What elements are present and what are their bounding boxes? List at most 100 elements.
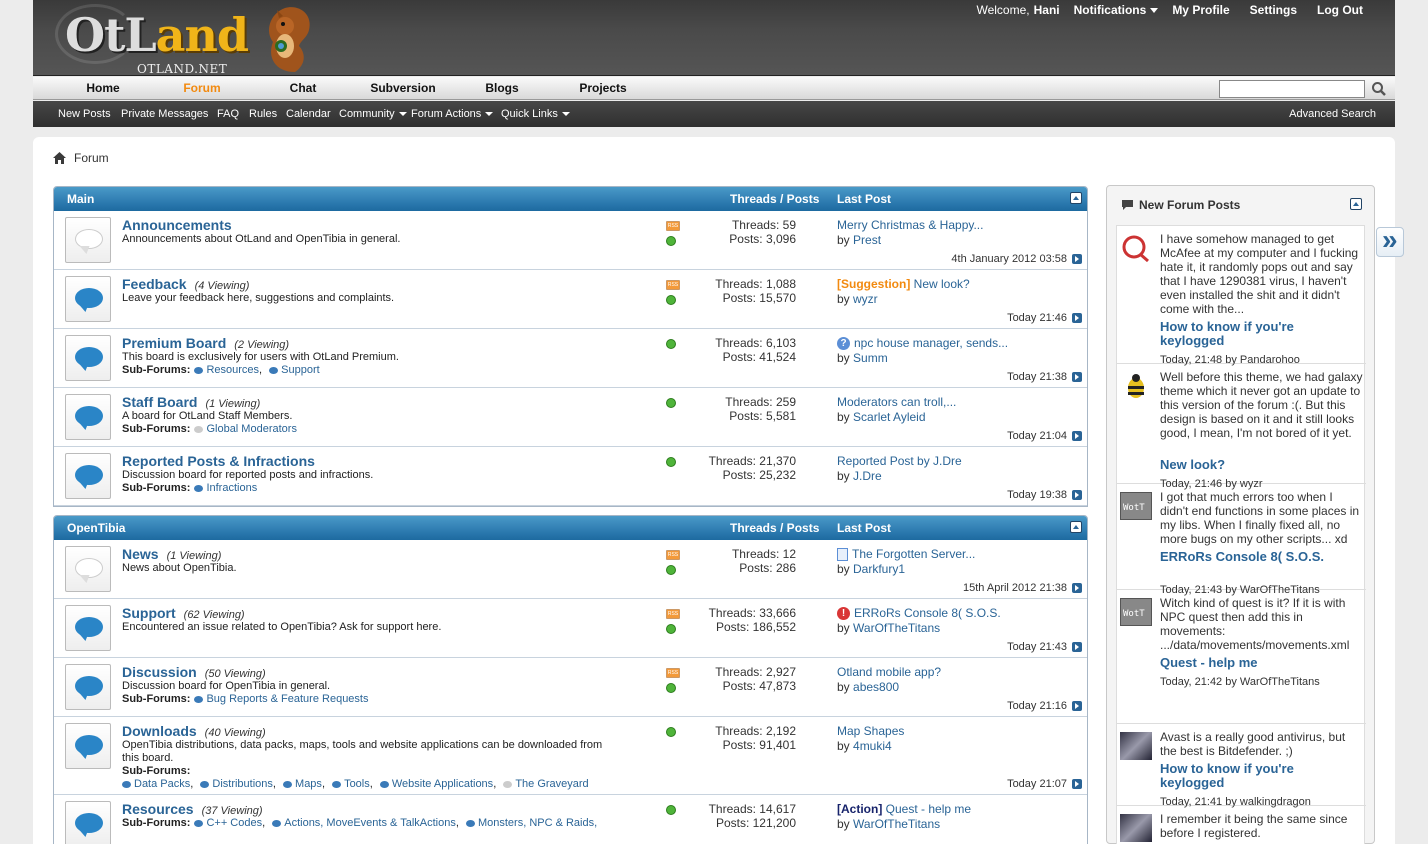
collapse-icon[interactable]	[1350, 198, 1362, 210]
go-to-last-post-icon[interactable]	[1072, 779, 1082, 789]
forum-title[interactable]: Premium Board (2 Viewing)	[122, 335, 289, 351]
sub-forum-link[interactable]: The Graveyard	[515, 778, 588, 790]
go-to-last-post-icon[interactable]	[1072, 642, 1082, 652]
last-post-title[interactable]: Otland mobile app?	[837, 665, 941, 679]
last-post-user[interactable]: WarOfTheTitans	[853, 621, 940, 635]
sidebar-post-title[interactable]: How to know if you're keylogged	[1160, 762, 1360, 790]
rss-feed-icon[interactable]: RSS	[666, 609, 680, 619]
collapse-icon[interactable]	[1070, 521, 1082, 533]
avatar[interactable]	[1120, 234, 1152, 263]
forum-title[interactable]: Downloads (40 Viewing)	[122, 723, 266, 739]
search-icon[interactable]	[1371, 81, 1387, 97]
last-post-title[interactable]: ERRoRs Console 8( S.O.S.	[854, 606, 1001, 620]
sidebar-post-title[interactable]: How to know if you're keylogged	[1160, 320, 1360, 348]
sub-forum-link[interactable]: C++ Codes	[206, 817, 262, 829]
forum-title[interactable]: Feedback (4 Viewing)	[122, 276, 249, 292]
forum-status-icon[interactable]	[65, 723, 111, 769]
nav-new-posts[interactable]: New Posts	[58, 108, 111, 120]
forum-title[interactable]: Reported Posts & Infractions	[122, 453, 315, 469]
go-to-last-post-icon[interactable]	[1072, 313, 1082, 323]
sub-forum-link[interactable]: Maps	[295, 778, 322, 790]
rss-feed-icon[interactable]: RSS	[666, 550, 680, 560]
logout-link[interactable]: Log Out	[1317, 3, 1363, 17]
nav-forum-actions[interactable]: Forum Actions	[411, 108, 494, 120]
forum-status-icon[interactable]	[65, 546, 111, 592]
go-to-last-post-icon[interactable]	[1072, 372, 1082, 382]
last-post-title[interactable]: Reported Post by J.Dre	[837, 454, 962, 468]
sidebar-post-title[interactable]: Quest - help me	[1160, 656, 1360, 670]
nav-rules[interactable]: Rules	[249, 108, 277, 120]
last-post-title[interactable]: npc house manager, sends...	[854, 336, 1008, 350]
my-profile-link[interactable]: My Profile	[1172, 3, 1229, 17]
sidebar-toggle-button[interactable]	[1376, 224, 1404, 257]
sidebar-post-title[interactable]: ERRoRs Console 8( S.O.S.	[1160, 550, 1360, 564]
notifications-menu[interactable]: Notifications	[1074, 3, 1159, 17]
sub-forum-link[interactable]: Bug Reports & Feature Requests	[206, 693, 368, 705]
forum-status-icon[interactable]	[65, 335, 111, 381]
search-input[interactable]	[1219, 80, 1365, 98]
forum-status-icon[interactable]	[65, 453, 111, 499]
settings-link[interactable]: Settings	[1250, 3, 1297, 17]
nav-faq[interactable]: FAQ	[217, 108, 239, 120]
sub-forum-link[interactable]: Monsters, NPC & Raids,	[478, 817, 597, 829]
forum-title[interactable]: News (1 Viewing)	[122, 546, 221, 562]
last-post-title[interactable]: Moderators can troll,...	[837, 395, 956, 409]
sub-forum-link[interactable]: Tools	[344, 778, 370, 790]
sub-forum-link[interactable]: Global Moderators	[206, 423, 297, 435]
last-post-title[interactable]: The Forgotten Server...	[852, 547, 975, 561]
sub-forum-link[interactable]: Resources	[206, 364, 259, 376]
avatar[interactable]	[1120, 814, 1152, 842]
forum-title[interactable]: Discussion (50 Viewing)	[122, 664, 266, 680]
avatar[interactable]: WotT	[1120, 598, 1152, 626]
forum-title[interactable]: Support (62 Viewing)	[122, 605, 245, 621]
tab-chat[interactable]: Chat	[253, 81, 353, 95]
sub-forum-link[interactable]: Infractions	[206, 482, 257, 494]
block-title[interactable]: Main	[67, 192, 94, 206]
tab-home[interactable]: Home	[53, 81, 153, 95]
nav-community[interactable]: Community	[339, 108, 407, 120]
forum-status-icon[interactable]	[65, 801, 111, 844]
rss-feed-icon[interactable]: RSS	[666, 221, 680, 231]
tab-blogs[interactable]: Blogs	[452, 81, 552, 95]
last-post-user[interactable]: Prest	[853, 233, 881, 247]
forum-title[interactable]: Announcements	[122, 217, 232, 233]
last-post-user[interactable]: J.Dre	[853, 469, 882, 483]
tab-subversion[interactable]: Subversion	[353, 81, 453, 95]
forum-status-icon[interactable]	[65, 217, 111, 263]
last-post-user[interactable]: Summ	[853, 351, 888, 365]
nav-quick-links[interactable]: Quick Links	[501, 108, 570, 120]
block-title[interactable]: OpenTibia	[67, 521, 125, 535]
sub-forum-link[interactable]: Data Packs	[134, 778, 190, 790]
go-to-last-post-icon[interactable]	[1072, 490, 1082, 500]
last-post-user[interactable]: abes800	[853, 680, 899, 694]
avatar[interactable]	[1120, 732, 1152, 760]
rss-feed-icon[interactable]: RSS	[666, 668, 680, 678]
last-post-user[interactable]: Scarlet Ayleid	[853, 410, 926, 424]
last-post-title[interactable]: Merry Christmas & Happy...	[837, 218, 983, 232]
breadcrumb-forum[interactable]: Forum	[74, 151, 109, 165]
forum-status-icon[interactable]	[65, 276, 111, 322]
collapse-icon[interactable]	[1070, 192, 1082, 204]
username-link[interactable]: Hani	[1034, 3, 1060, 17]
forum-title[interactable]: Staff Board (1 Viewing)	[122, 394, 260, 410]
sub-forum-link[interactable]: Website Applications	[392, 778, 493, 790]
sidebar-post-title[interactable]: New look?	[1160, 458, 1360, 472]
last-post-title[interactable]: New look?	[914, 277, 970, 291]
nav-private-messages[interactable]: Private Messages	[121, 108, 208, 120]
nav-calendar[interactable]: Calendar	[286, 108, 331, 120]
sub-forum-link[interactable]: Actions, MoveEvents & TalkActions	[284, 817, 456, 829]
rss-feed-icon[interactable]: RSS	[666, 280, 680, 290]
forum-title[interactable]: Resources (37 Viewing)	[122, 801, 263, 817]
forum-status-icon[interactable]	[65, 605, 111, 651]
avatar[interactable]	[1120, 372, 1152, 400]
last-post-title[interactable]: Quest - help me	[886, 802, 971, 816]
avatar[interactable]: WotT	[1120, 492, 1152, 520]
sub-forum-link[interactable]: Distributions	[212, 778, 273, 790]
tab-forum[interactable]: Forum	[152, 81, 252, 95]
home-icon[interactable]	[53, 152, 66, 164]
sub-forum-link[interactable]: Support	[281, 364, 320, 376]
last-post-user[interactable]: Darkfury1	[853, 562, 905, 576]
go-to-last-post-icon[interactable]	[1072, 701, 1082, 711]
last-post-title[interactable]: Map Shapes	[837, 724, 904, 738]
last-post-user[interactable]: 4muki4	[853, 739, 892, 753]
